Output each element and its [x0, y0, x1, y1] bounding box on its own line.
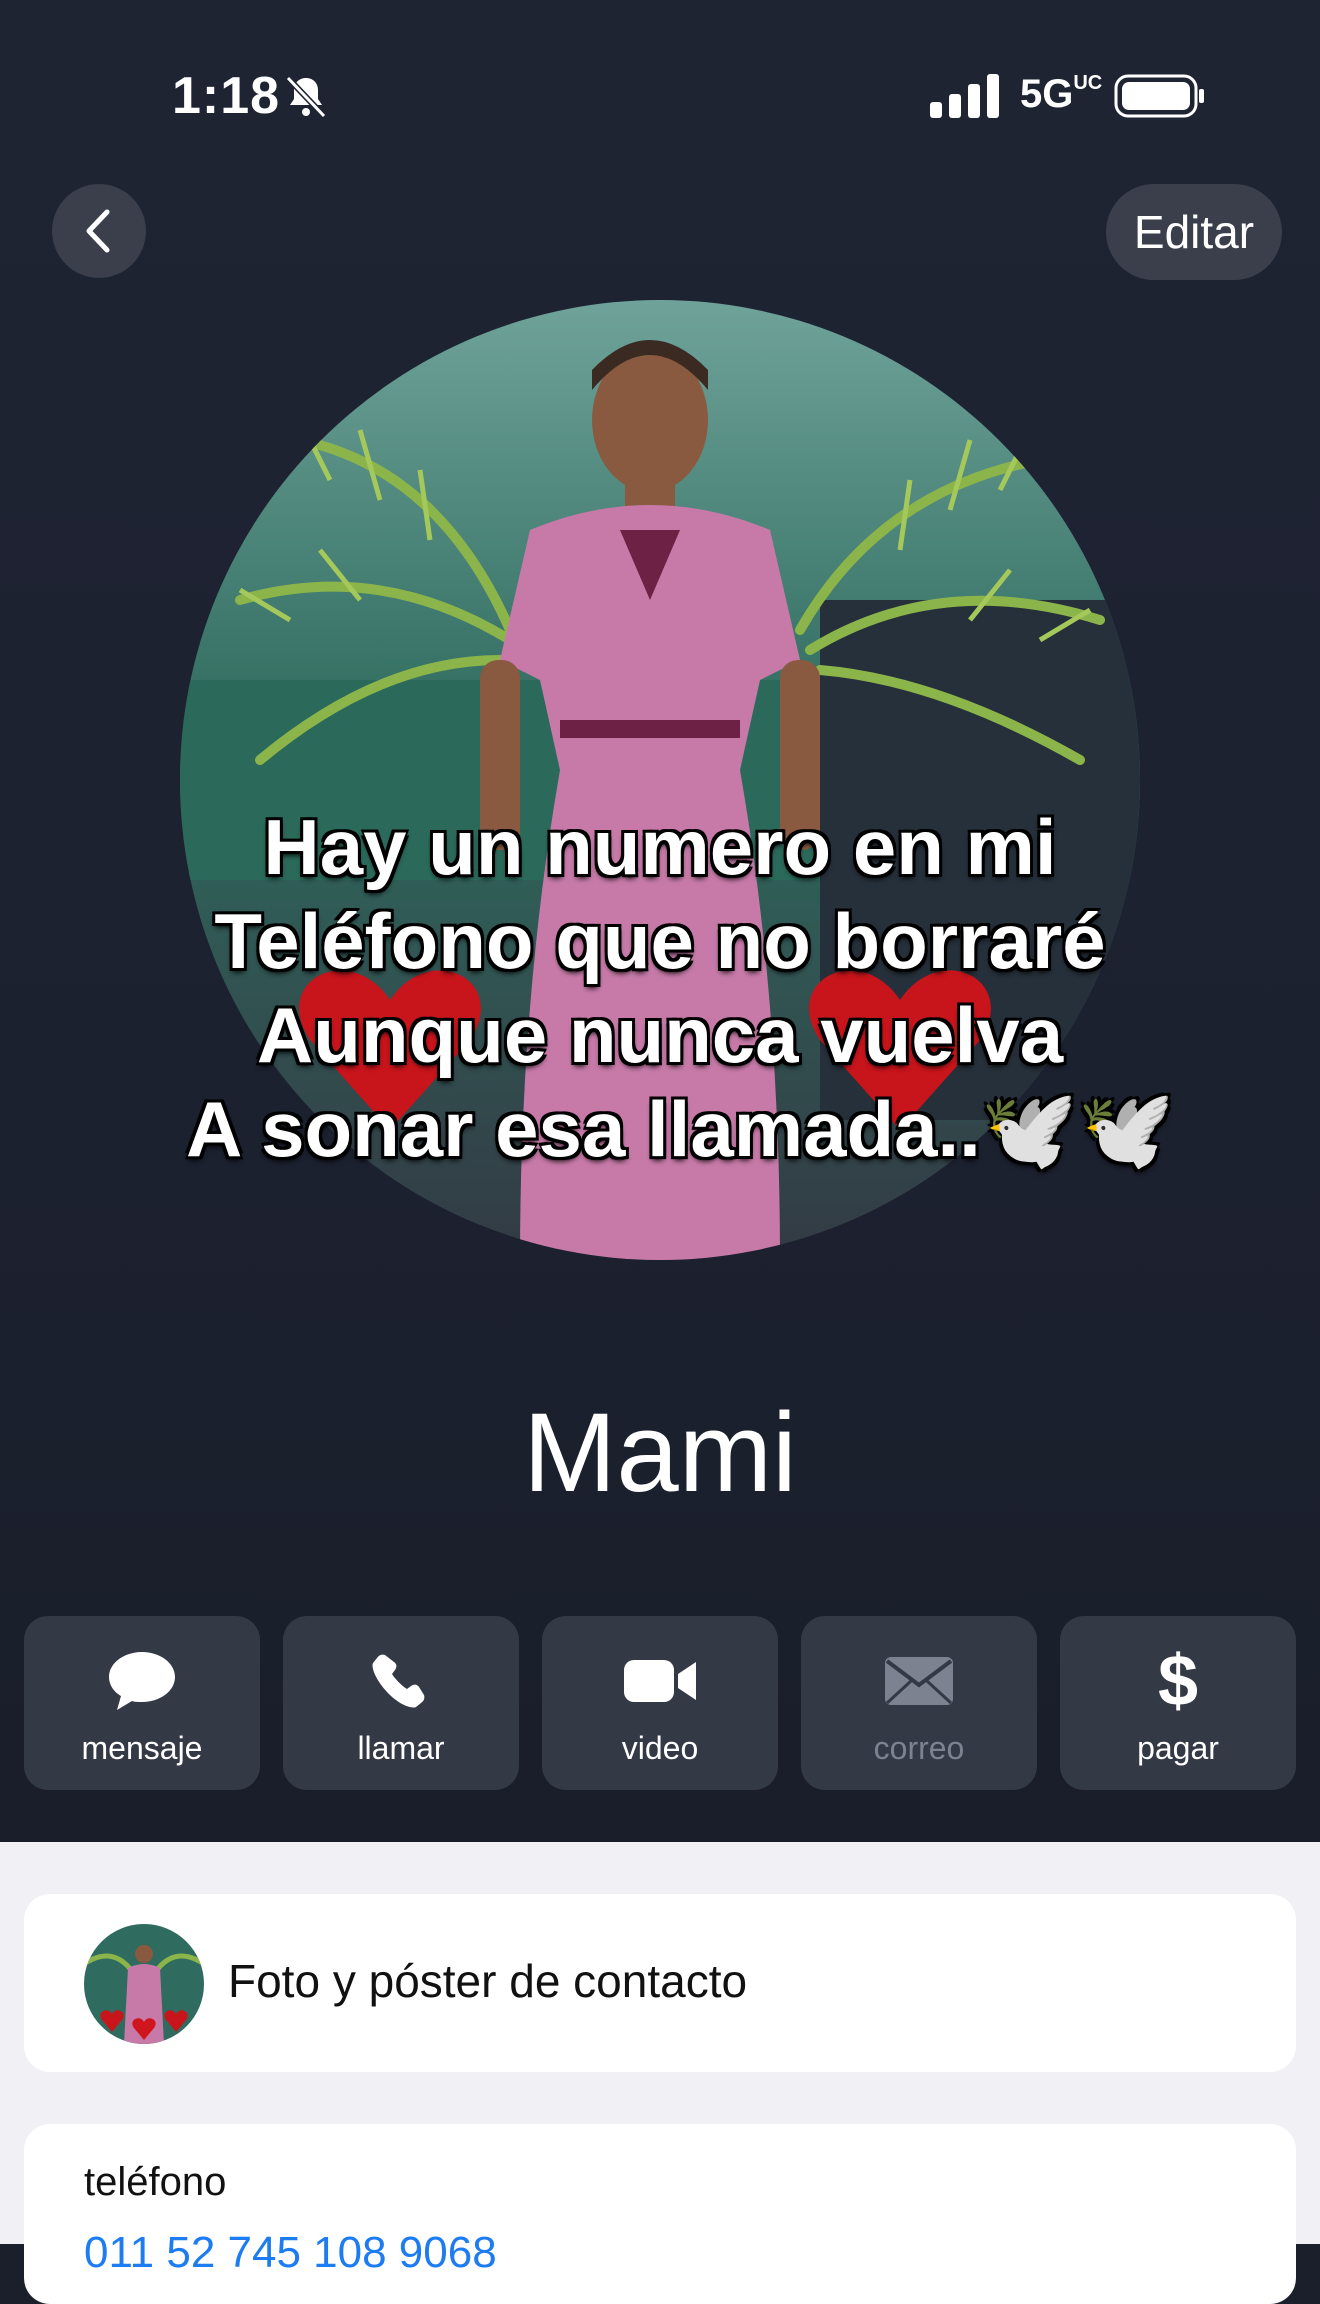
action-label: video — [621, 1730, 699, 1766]
network-type: 5G — [1020, 72, 1074, 116]
battery-icon — [1114, 74, 1204, 118]
action-label: mensaje — [81, 1730, 203, 1766]
action-label: llamar — [357, 1730, 445, 1766]
message-bubble-icon — [109, 1652, 175, 1710]
back-button[interactable] — [52, 184, 146, 278]
action-label: correo — [873, 1730, 965, 1766]
email-button[interactable]: correo — [801, 1616, 1037, 1790]
contact-thumbnail — [84, 1924, 204, 2044]
network-suffix: UC — [1073, 72, 1103, 94]
video-camera-icon — [624, 1660, 696, 1702]
poster-line: A sonar esa llamada..🕊️🕊️ — [186, 1085, 1176, 1173]
phone-number-link[interactable]: 011 52 745 108 9068 — [84, 2228, 497, 2278]
envelope-icon — [885, 1657, 953, 1705]
contact-name: Mami — [523, 1390, 797, 1515]
bell-slash-icon — [285, 75, 327, 119]
message-button[interactable]: mensaje — [24, 1616, 260, 1790]
pay-button[interactable]: $ pagar — [1060, 1616, 1296, 1790]
chevron-left-icon — [86, 209, 110, 253]
poster-line: Hay un numero en mi — [263, 803, 1057, 891]
poster-line: Aunque nunca vuelva — [256, 991, 1064, 1079]
contact-photo-poster-row[interactable]: Foto y póster de contacto — [24, 1894, 1296, 2072]
phone-label: teléfono — [84, 2160, 227, 2204]
phone-icon — [372, 1654, 425, 1708]
network-label: 5GUC — [1020, 72, 1102, 117]
photo-poster-label: Foto y póster de contacto — [228, 1955, 748, 2007]
call-button[interactable]: llamar — [283, 1616, 519, 1790]
poster-line: Teléfono que no borraré — [214, 897, 1106, 985]
quick-actions: mensaje llamar video correo $ pagar — [24, 1616, 1296, 1792]
action-label: pagar — [1137, 1730, 1219, 1766]
dollar-icon: $ — [1157, 1641, 1199, 1721]
signal-icon — [930, 74, 999, 118]
video-button[interactable]: video — [542, 1616, 778, 1790]
edit-button[interactable]: Editar — [1106, 184, 1282, 280]
poster-caption: Hay un numero en mi Teléfono que no borr… — [150, 800, 1176, 1176]
phone-card: teléfono 011 52 745 108 9068 — [24, 2124, 1296, 2304]
status-time: 1:18 — [172, 67, 281, 125]
